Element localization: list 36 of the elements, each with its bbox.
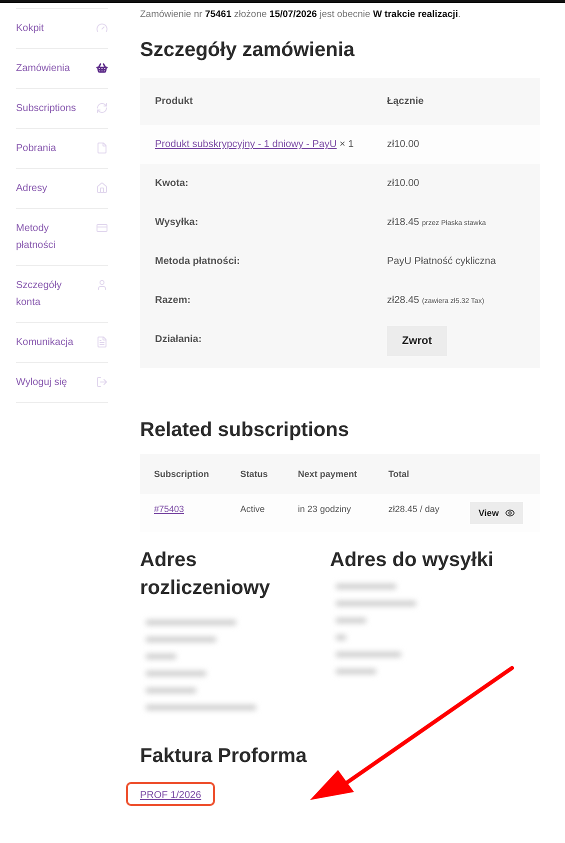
sidebar-item[interactable]: Szczegóły konta bbox=[16, 266, 108, 323]
product-link[interactable]: Produkt subskrypcyjny - 1 dniowy - PayU bbox=[155, 139, 337, 150]
refund-button[interactable]: Zwrot bbox=[387, 326, 447, 356]
eye-icon bbox=[504, 508, 515, 518]
sidebar-item[interactable]: Wyloguj się bbox=[16, 363, 108, 403]
section-title: Faktura Proforma bbox=[140, 744, 308, 769]
section-title: Adres rozliczeniowy bbox=[140, 548, 272, 601]
table-cell: PayU Płatność cykliczna bbox=[372, 242, 540, 281]
column-header: Produkt bbox=[140, 78, 372, 125]
sidebar-item[interactable]: Subscriptions bbox=[16, 89, 108, 129]
sidebar-item[interactable]: Adresy bbox=[16, 169, 108, 209]
sidebar-item[interactable]: Pobrania bbox=[16, 129, 108, 169]
table-cell: zł10.00 bbox=[372, 164, 540, 203]
section-title: Adres do wysyłki bbox=[330, 548, 494, 573]
column-header: Subscription bbox=[140, 454, 226, 494]
table-cell: zł10.00 bbox=[372, 125, 540, 164]
sidebar-item[interactable]: Kokpit bbox=[16, 9, 108, 49]
invoice-link[interactable]: PROF 1/2026 bbox=[140, 790, 202, 801]
row-label: Wysyłka: bbox=[140, 203, 372, 242]
section-title: Related subscriptions bbox=[140, 418, 350, 443]
column-header: Łącznie bbox=[372, 78, 540, 125]
view-button[interactable]: View bbox=[470, 502, 523, 524]
sidebar-item[interactable]: Zamówienia bbox=[16, 49, 108, 89]
sidebar-item[interactable]: Metody płatności bbox=[16, 209, 108, 266]
product-cell: Produkt subskrypcyjny - 1 dniowy - PayU × 1 bbox=[140, 125, 372, 164]
subscription-link[interactable]: #75403 bbox=[154, 504, 184, 514]
column-header: Total bbox=[374, 454, 456, 494]
column-header: Status bbox=[226, 454, 284, 494]
column-header: Next payment bbox=[284, 454, 374, 494]
order-status-text: Zamówienie nr 75461 złożone 15/07/2026 jest obecnie W trakcie realizacji. bbox=[140, 9, 462, 20]
row-label: Kwota: bbox=[140, 164, 372, 203]
row-label: Razem: bbox=[140, 281, 372, 320]
section-title: Szczegóły zamówienia bbox=[140, 38, 356, 63]
row-label: Działania: bbox=[140, 320, 372, 368]
row-label: Metoda płatności: bbox=[140, 242, 372, 281]
sidebar-item[interactable]: Komunikacja bbox=[16, 323, 108, 363]
